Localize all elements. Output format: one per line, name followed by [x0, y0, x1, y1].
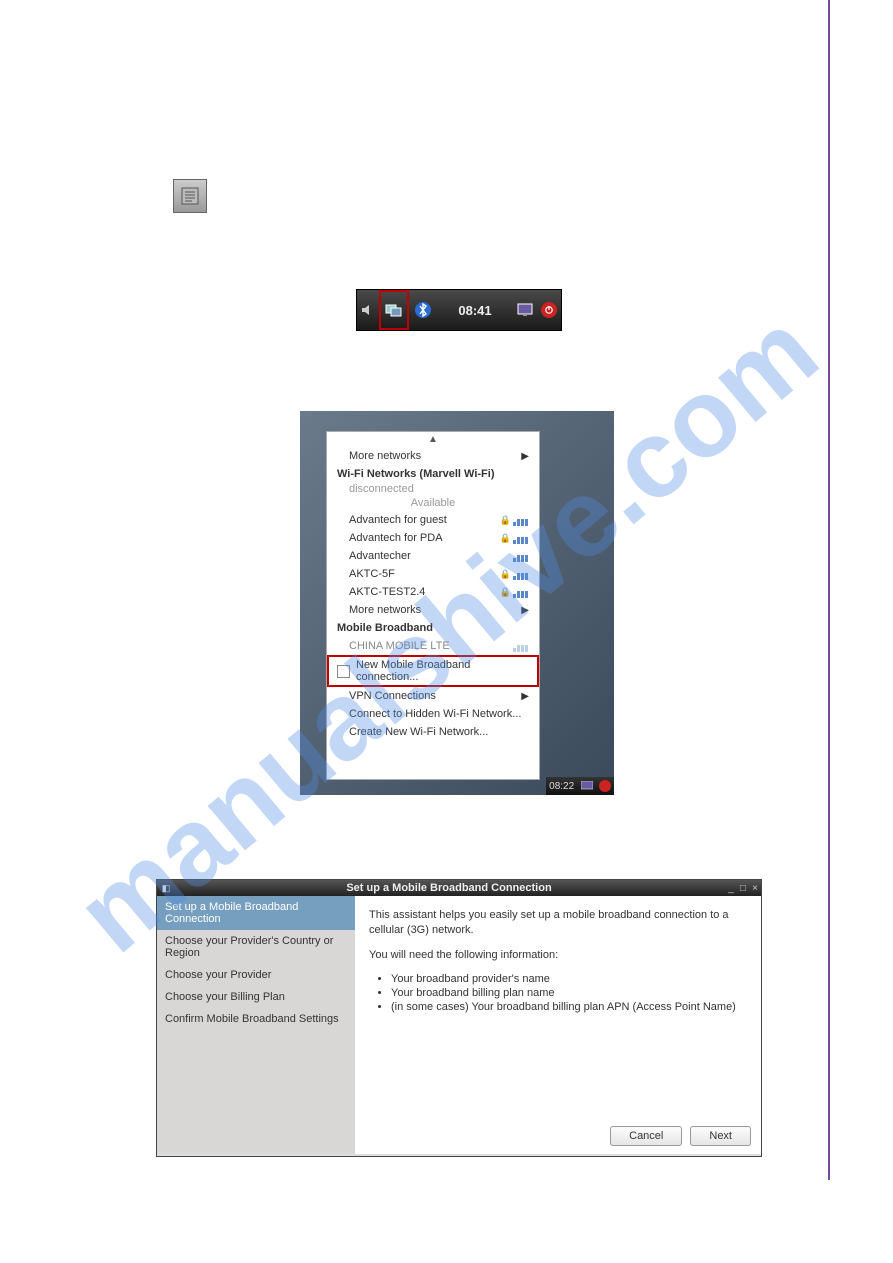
minimize-button[interactable]: _ — [725, 883, 737, 894]
signal-icon — [513, 532, 529, 544]
volume-icon — [357, 290, 379, 330]
tray-clock: 08:41 — [437, 290, 513, 330]
wizard-step-4[interactable]: Confirm Mobile Broadband Settings — [157, 1008, 355, 1030]
cancel-button[interactable]: Cancel — [610, 1126, 682, 1146]
wizard-bullet: Your broadband provider's name — [391, 973, 747, 985]
menu-item-more-networks-1[interactable]: More networks ▶ — [327, 447, 539, 465]
app-icon: ◧ — [159, 881, 173, 895]
checkbox-icon — [337, 665, 350, 678]
lock-icon — [500, 586, 529, 598]
mbb-carrier[interactable]: CHINA MOBILE LTE — [327, 637, 539, 655]
close-button[interactable]: × — [749, 883, 761, 894]
monitor-icon — [581, 781, 593, 791]
menu-label: More networks — [349, 450, 421, 462]
wizard-step-0[interactable]: Set up a Mobile Broadband Connection — [157, 896, 355, 930]
menu-item-more-networks-2[interactable]: More networks ▶ — [327, 601, 539, 619]
wizard-bullet: (in some cases) Your broadband billing p… — [391, 1001, 747, 1013]
network-menu-screenshot: ▲ More networks ▶ Wi-Fi Networks (Marvell… — [300, 411, 614, 795]
wifi-ssid: AKTC-5F — [349, 568, 395, 580]
wifi-ssid: Advantecher — [349, 550, 411, 562]
wifi-ssid: Advantech for PDA — [349, 532, 443, 544]
mbb-wizard-dialog: ◧ Set up a Mobile Broadband Connection _… — [156, 879, 762, 1157]
wifi-network-1[interactable]: Advantech for PDA — [327, 529, 539, 547]
network-icon[interactable] — [379, 290, 409, 330]
wizard-step-1[interactable]: Choose your Provider's Country or Region — [157, 930, 355, 964]
menu-label: New Mobile Broadband connection... — [356, 659, 529, 683]
power-icon — [537, 290, 561, 330]
signal-icon — [513, 550, 529, 562]
lock-icon — [500, 514, 529, 526]
wifi-ssid: Advantech for guest — [349, 514, 447, 526]
lock-icon — [500, 532, 529, 544]
menu-label: More networks — [349, 604, 421, 616]
wifi-network-3[interactable]: AKTC-5F — [327, 565, 539, 583]
wizard-step-2[interactable]: Choose your Provider — [157, 964, 355, 986]
wifi-header: Wi-Fi Networks (Marvell Wi-Fi) — [327, 465, 539, 483]
menu-item-create-wifi[interactable]: Create New Wi-Fi Network... — [327, 723, 539, 741]
system-tray-screenshot-1: 08:41 — [356, 289, 562, 331]
wizard-steps-sidebar: Set up a Mobile Broadband Connection Cho… — [157, 896, 355, 1154]
menu-item-hidden-wifi[interactable]: Connect to Hidden Wi-Fi Network... — [327, 705, 539, 723]
menu-item-new-mbb-connection[interactable]: New Mobile Broadband connection... — [327, 655, 539, 687]
wifi-network-0[interactable]: Advantech for guest — [327, 511, 539, 529]
wizard-step-3[interactable]: Choose your Billing Plan — [157, 986, 355, 1008]
wizard-need-text: You will need the following information: — [369, 948, 747, 963]
wifi-status: disconnected — [327, 483, 539, 495]
wizard-main-pane: This assistant helps you easily set up a… — [355, 896, 761, 1154]
mini-tray: 08:22 — [546, 777, 614, 795]
wifi-ssid: AKTC-TEST2.4 — [349, 586, 425, 598]
chevron-right-icon: ▶ — [521, 691, 529, 702]
chevron-right-icon: ▶ — [521, 451, 529, 462]
wifi-network-2[interactable]: Advantecher — [327, 547, 539, 565]
page-right-border — [828, 0, 830, 1180]
monitor-icon — [513, 290, 537, 330]
chevron-right-icon: ▶ — [521, 605, 529, 616]
dialog-title: Set up a Mobile Broadband Connection — [173, 882, 725, 894]
signal-icon — [513, 568, 529, 580]
mobile-broadband-header: Mobile Broadband — [327, 619, 539, 637]
available-divider: Available — [327, 495, 539, 511]
next-button[interactable]: Next — [690, 1126, 751, 1146]
wizard-intro-text: This assistant helps you easily set up a… — [369, 908, 747, 938]
signal-icon — [513, 640, 529, 652]
network-context-menu: ▲ More networks ▶ Wi-Fi Networks (Marvell… — [326, 431, 540, 780]
dialog-titlebar: ◧ Set up a Mobile Broadband Connection _… — [157, 880, 761, 896]
tray-clock-2: 08:22 — [549, 781, 574, 792]
menu-label: VPN Connections — [349, 690, 436, 702]
menu-up-arrow-icon: ▲ — [327, 432, 539, 447]
maximize-button[interactable]: □ — [737, 883, 749, 894]
wifi-network-4[interactable]: AKTC-TEST2.4 — [327, 583, 539, 601]
menu-item-vpn[interactable]: VPN Connections ▶ — [327, 687, 539, 705]
wizard-bullet: Your broadband billing plan name — [391, 987, 747, 999]
signal-icon — [513, 586, 529, 598]
note-icon — [173, 179, 207, 213]
signal-icon — [513, 514, 529, 526]
power-icon — [599, 780, 611, 792]
wizard-bullet-list: Your broadband provider's name Your broa… — [391, 973, 747, 1013]
carrier-label: CHINA MOBILE LTE — [349, 640, 450, 652]
bluetooth-icon — [409, 290, 437, 330]
lock-icon — [500, 568, 529, 580]
